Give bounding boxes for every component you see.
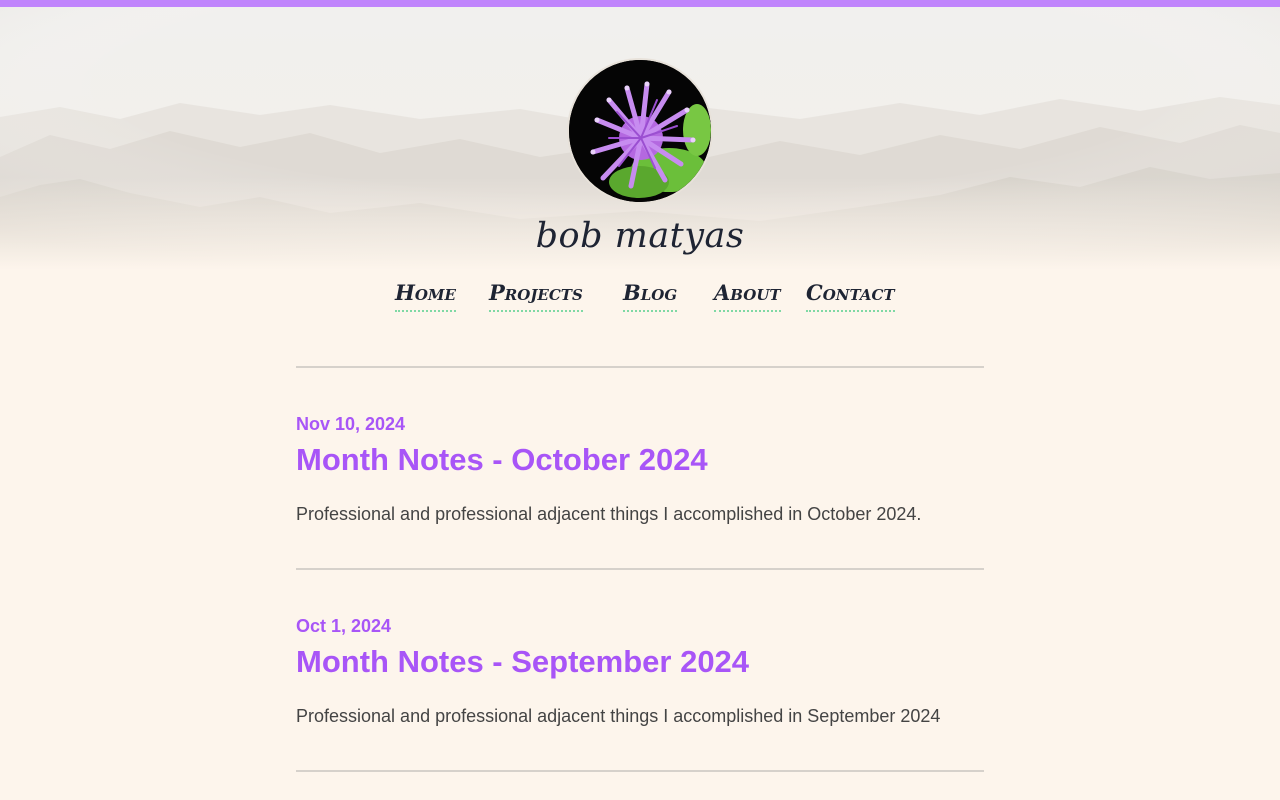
post-summary: Professional and professional adjacent t… bbox=[296, 706, 941, 726]
nav-blog-link[interactable]: Blog bbox=[623, 280, 678, 312]
divider bbox=[296, 770, 984, 772]
nav-about-link[interactable]: About bbox=[714, 280, 781, 312]
flower-icon bbox=[569, 60, 711, 202]
post-summary: Professional and professional adjacent t… bbox=[296, 504, 922, 524]
post-item: Nov 10, 2024 Month Notes - October 2024 … bbox=[296, 368, 984, 568]
nav-home-link[interactable]: Home bbox=[395, 280, 456, 312]
post-date: Oct 1, 2024 bbox=[296, 616, 392, 636]
post-date: Nov 10, 2024 bbox=[296, 414, 406, 434]
nav-contact-link[interactable]: Contact bbox=[806, 280, 895, 312]
post-title-link[interactable]: Month Notes - October 2024 bbox=[296, 442, 708, 478]
post-list: Nov 10, 2024 Month Notes - October 2024 … bbox=[296, 366, 984, 772]
avatar[interactable] bbox=[567, 58, 713, 204]
site-title[interactable]: bob matyas bbox=[0, 216, 1280, 256]
top-accent-bar bbox=[0, 0, 1280, 7]
post-item: Oct 1, 2024 Month Notes - September 2024… bbox=[296, 570, 984, 770]
main-nav: Home Projects Blog About Contact bbox=[0, 280, 1280, 312]
nav-projects-link[interactable]: Projects bbox=[489, 280, 583, 312]
post-title-link[interactable]: Month Notes - September 2024 bbox=[296, 644, 749, 680]
